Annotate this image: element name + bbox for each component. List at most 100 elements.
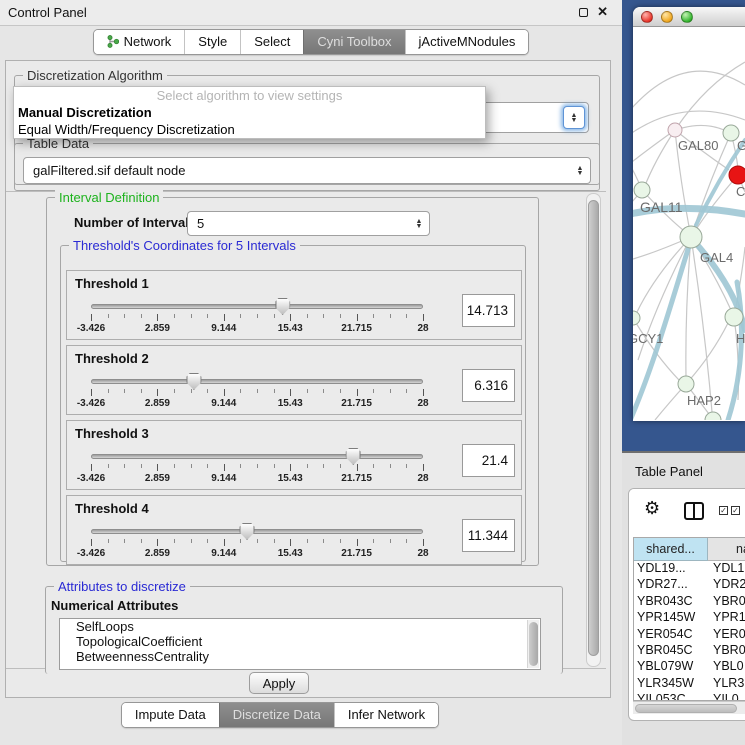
tab-network[interactable]: Network bbox=[94, 30, 185, 54]
column-header-shared-name[interactable]: shared... bbox=[634, 538, 708, 561]
scrollbar-thumb[interactable] bbox=[529, 622, 538, 666]
threshold-slider[interactable]: -3.4262.8599.14415.4321.71528 bbox=[91, 372, 423, 412]
scrollbar-thumb[interactable] bbox=[588, 200, 599, 656]
table-row[interactable]: YDR27...YDR2 bbox=[634, 577, 745, 593]
attribute-list-item[interactable]: BetweennessCentrality bbox=[60, 649, 540, 664]
network-edge[interactable] bbox=[633, 130, 675, 170]
cell-shared-name[interactable]: YBL079W bbox=[634, 659, 708, 675]
algorithm-option[interactable]: Manual Discretization bbox=[14, 104, 485, 121]
network-edge[interactable] bbox=[682, 125, 724, 130]
tab-select[interactable]: Select bbox=[240, 30, 303, 54]
tab-style[interactable]: Style bbox=[184, 30, 240, 54]
slider-track[interactable] bbox=[91, 529, 423, 534]
attribute-list-item[interactable]: SelfLoops bbox=[60, 619, 540, 634]
network-node[interactable] bbox=[633, 311, 640, 325]
tab-impute-data[interactable]: Impute Data bbox=[122, 703, 219, 727]
minor-tick bbox=[174, 539, 175, 543]
table-row[interactable]: YBL079WYBL0 bbox=[634, 659, 745, 675]
apply-button[interactable]: Apply bbox=[249, 672, 309, 694]
close-traffic-light-icon[interactable] bbox=[641, 11, 653, 23]
table-row[interactable]: YBR043CYBR0 bbox=[634, 594, 745, 610]
checkbox-icon[interactable]: ✓ bbox=[731, 506, 740, 515]
cell-shared-name[interactable]: YER054C bbox=[634, 627, 708, 643]
table-row[interactable]: YBR045CYBR0 bbox=[634, 643, 745, 659]
network-window-titlebar[interactable] bbox=[633, 7, 745, 27]
network-node[interactable] bbox=[729, 166, 745, 184]
cell-name[interactable]: YIL0 bbox=[708, 692, 745, 700]
float-window-icon[interactable] bbox=[579, 8, 588, 17]
cell-name[interactable]: YLR3 bbox=[708, 676, 745, 692]
table-row[interactable]: YER054CYER0 bbox=[634, 627, 745, 643]
tick-label: -3.426 bbox=[77, 548, 105, 559]
gear-icon[interactable]: ⚙ bbox=[644, 498, 660, 519]
table-data-combobox[interactable]: galFiltered.sif default node ▲▼ bbox=[23, 157, 591, 184]
cell-shared-name[interactable]: YIL053C bbox=[634, 692, 708, 700]
network-graph[interactable]: GAL80GCGAL11GAL4GCY1HHAP2 bbox=[633, 27, 745, 420]
cell-name[interactable]: YBR0 bbox=[708, 643, 745, 659]
dropdown-arrows-icon[interactable]: ▲▼ bbox=[563, 106, 585, 129]
zoom-traffic-light-icon[interactable] bbox=[681, 11, 693, 23]
threshold-value-field[interactable] bbox=[462, 519, 515, 552]
network-node[interactable] bbox=[725, 308, 743, 326]
cell-name[interactable]: YBR0 bbox=[708, 594, 745, 610]
network-edge[interactable] bbox=[644, 130, 675, 188]
stepper-arrows-icon[interactable]: ▲▼ bbox=[570, 166, 590, 176]
cell-shared-name[interactable]: YDL19... bbox=[634, 561, 708, 577]
threshold-value-field[interactable] bbox=[462, 369, 515, 402]
network-node[interactable] bbox=[680, 226, 702, 248]
checkbox-icon[interactable]: ✓ bbox=[719, 506, 728, 515]
network-canvas[interactable]: GAL80GCGAL11GAL4GCY1HHAP2 bbox=[633, 27, 745, 421]
threshold-value-field[interactable] bbox=[462, 294, 515, 327]
tab-cyni-toolbox[interactable]: Cyni Toolbox bbox=[303, 30, 404, 54]
table-row[interactable]: YLR345WYLR3 bbox=[634, 676, 745, 692]
horizontal-scrollbar[interactable] bbox=[633, 701, 745, 714]
table-row[interactable]: YPR145WYPR1 bbox=[634, 610, 745, 626]
table-row[interactable]: YDL19...YDL1 bbox=[634, 561, 745, 577]
network-node[interactable] bbox=[678, 376, 694, 392]
slider-thumb[interactable] bbox=[275, 298, 290, 315]
cell-shared-name[interactable]: YDR27... bbox=[634, 577, 708, 593]
slider-thumb[interactable] bbox=[346, 448, 361, 465]
threshold-slider[interactable]: -3.4262.8599.14415.4321.71528 bbox=[91, 297, 423, 337]
cell-name[interactable]: YPR1 bbox=[708, 610, 745, 626]
network-node[interactable] bbox=[668, 123, 682, 137]
slider-track[interactable] bbox=[91, 379, 423, 384]
minor-tick bbox=[373, 389, 374, 393]
close-icon[interactable]: ✕ bbox=[597, 4, 608, 20]
number-of-intervals-combobox[interactable]: 5 ▲▼ bbox=[187, 211, 430, 236]
cell-shared-name[interactable]: YBR045C bbox=[634, 643, 708, 659]
threshold-slider[interactable]: -3.4262.8599.14415.4321.71528 bbox=[91, 447, 423, 487]
slider-thumb[interactable] bbox=[240, 523, 255, 540]
column-header-name[interactable]: na bbox=[708, 538, 745, 561]
cell-name[interactable]: YER0 bbox=[708, 627, 745, 643]
attribute-list-item[interactable]: TopologicalCoefficient bbox=[60, 634, 540, 649]
slider-track[interactable] bbox=[91, 454, 423, 459]
network-edge[interactable] bbox=[633, 71, 745, 120]
cell-shared-name[interactable]: YLR345W bbox=[634, 676, 708, 692]
threshold-slider[interactable]: -3.4262.8599.14415.4321.71528 bbox=[91, 522, 423, 562]
cell-name[interactable]: YDR2 bbox=[708, 577, 745, 593]
tab-jactivemnodules[interactable]: jActiveMNodules bbox=[405, 30, 529, 54]
split-view-icon[interactable] bbox=[684, 502, 704, 520]
cell-shared-name[interactable]: YPR145W bbox=[634, 610, 708, 626]
tab-infer-network[interactable]: Infer Network bbox=[334, 703, 438, 727]
slider-thumb[interactable] bbox=[186, 373, 201, 390]
network-edge[interactable] bbox=[686, 323, 728, 384]
network-node[interactable] bbox=[634, 182, 650, 198]
cell-name[interactable]: YDL1 bbox=[708, 561, 745, 577]
tab-discretize-data[interactable]: Discretize Data bbox=[219, 703, 334, 727]
cell-name[interactable]: YBL0 bbox=[708, 659, 745, 675]
algorithm-option[interactable]: Equal Width/Frequency Discretization bbox=[14, 121, 485, 138]
panel-title: Control Panel bbox=[8, 5, 87, 20]
network-node[interactable] bbox=[705, 412, 721, 420]
stepper-arrows-icon[interactable]: ▲▼ bbox=[409, 219, 429, 229]
numerical-attributes-list[interactable]: SelfLoopsTopologicalCoefficientBetweenne… bbox=[59, 618, 541, 670]
minimize-traffic-light-icon[interactable] bbox=[661, 11, 673, 23]
scrollbar-thumb[interactable] bbox=[635, 704, 737, 713]
slider-track[interactable] bbox=[91, 304, 423, 309]
list-scrollbar[interactable] bbox=[527, 620, 539, 668]
cell-shared-name[interactable]: YBR043C bbox=[634, 594, 708, 610]
vertical-scrollbar[interactable] bbox=[586, 193, 601, 667]
threshold-value-field[interactable] bbox=[462, 444, 515, 477]
table-row[interactable]: YIL053CYIL0 bbox=[634, 692, 745, 700]
